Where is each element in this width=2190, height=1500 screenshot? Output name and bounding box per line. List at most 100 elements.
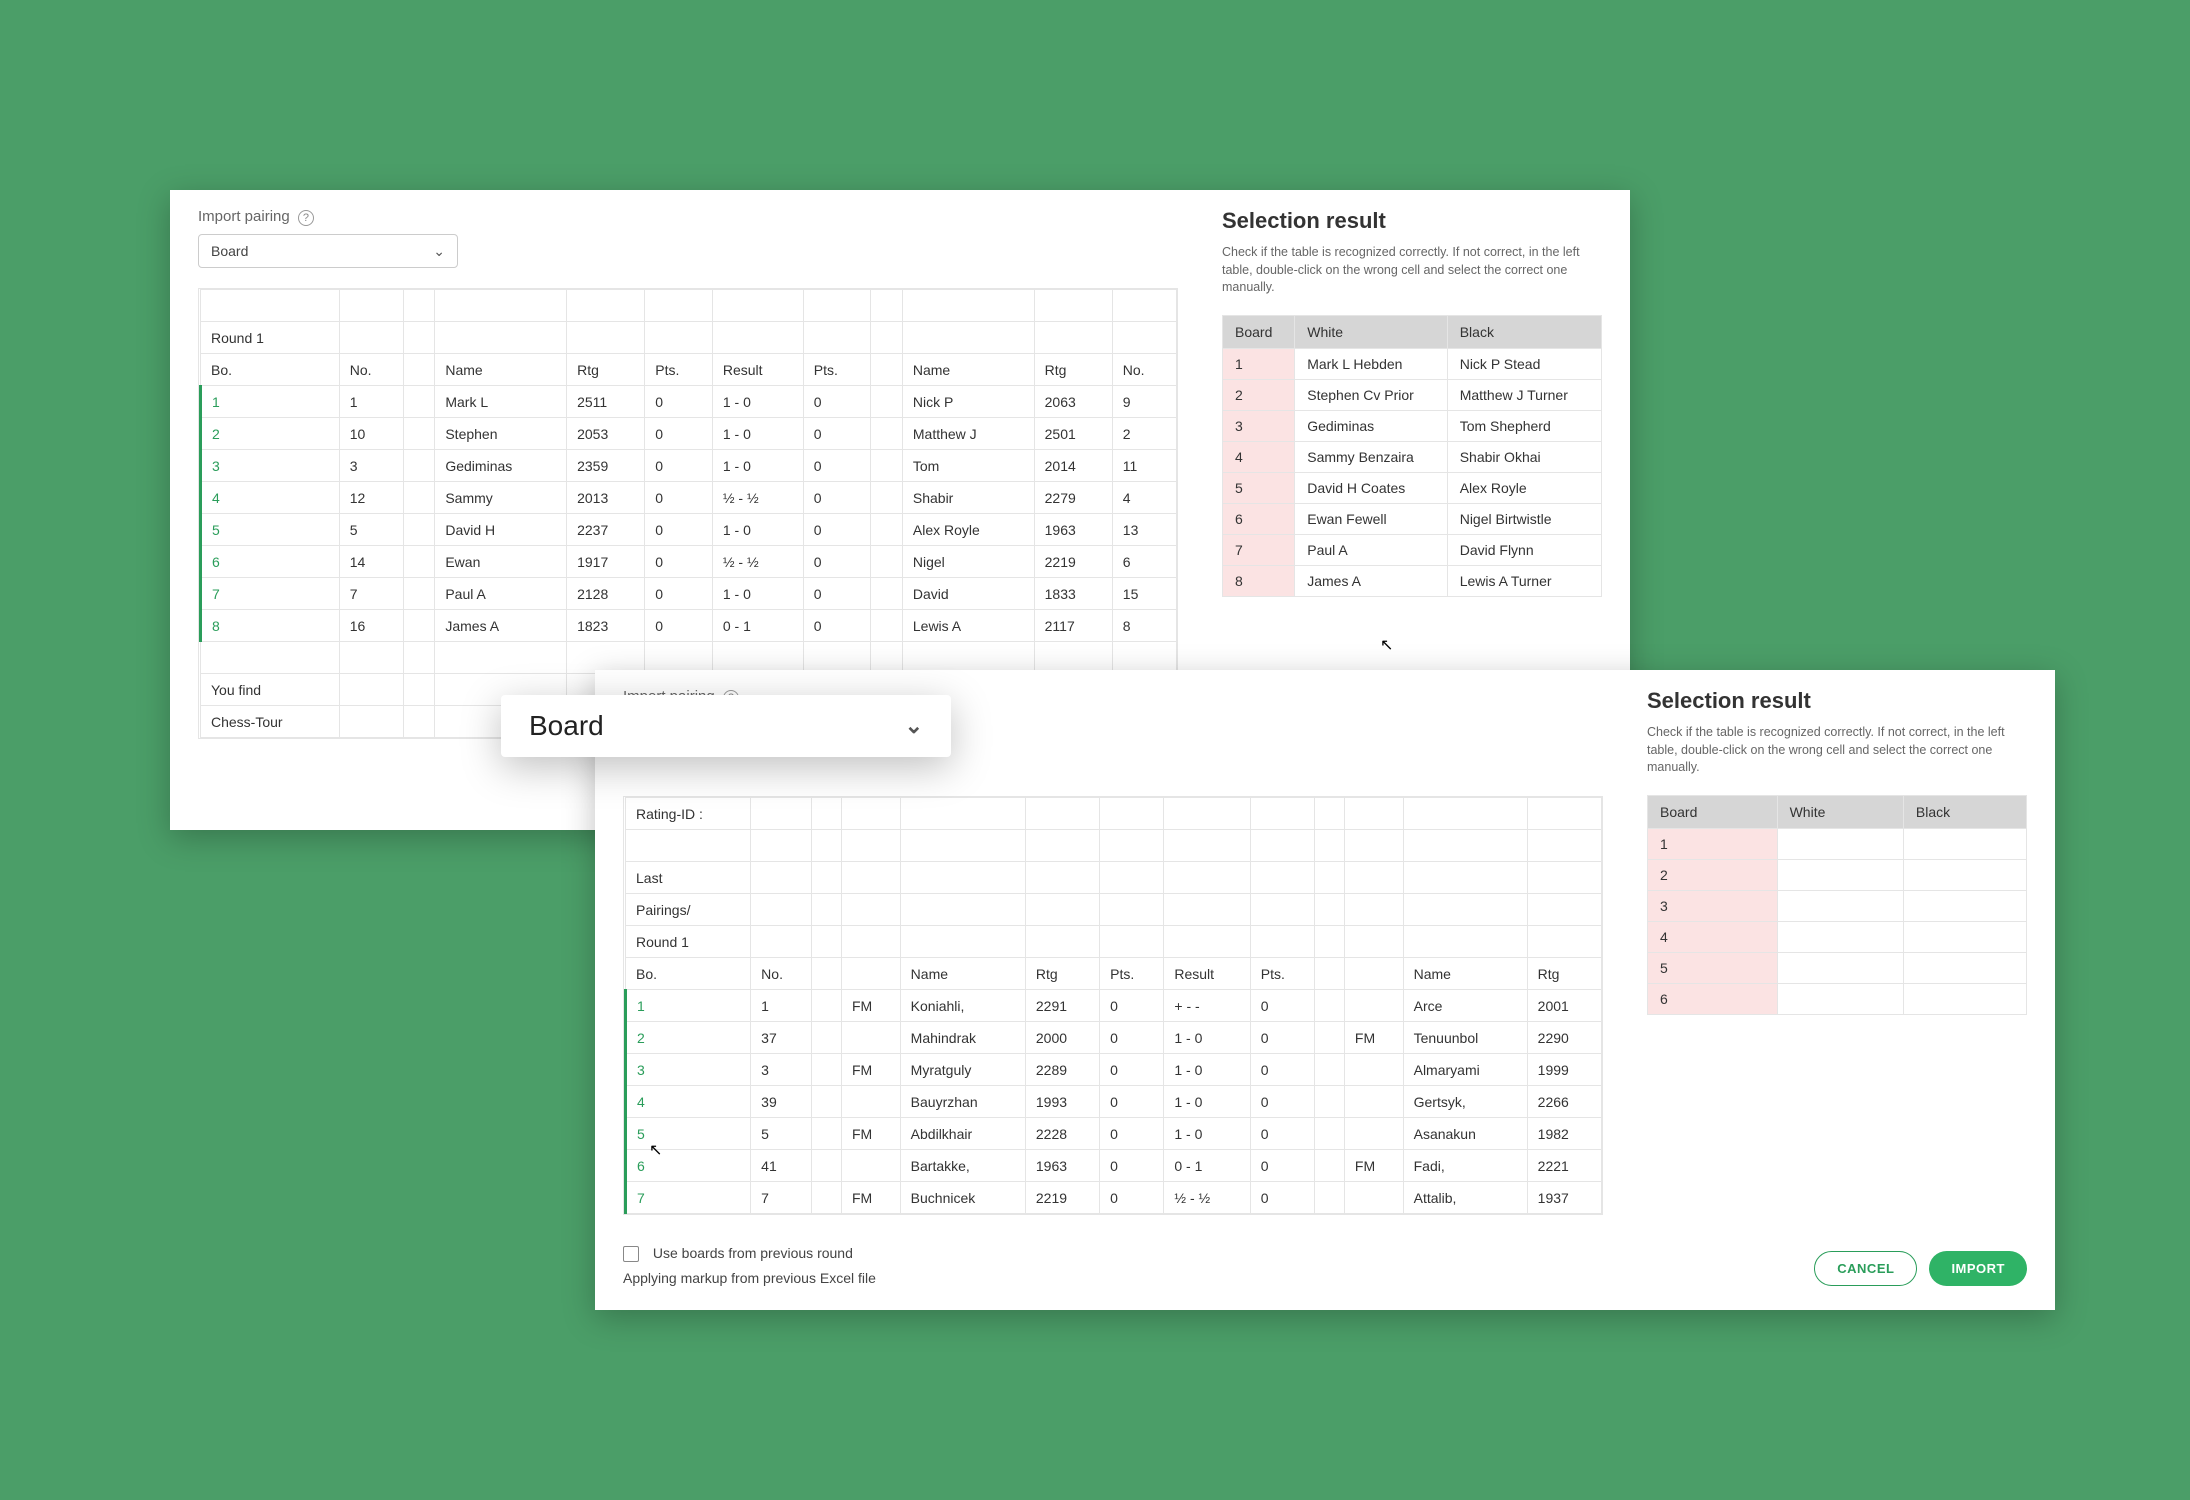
grid-cell[interactable]: 1 - 0 <box>712 418 803 450</box>
grid-cell[interactable] <box>645 290 713 322</box>
grid-header-cell[interactable]: Rtg <box>1025 958 1099 990</box>
grid-cell[interactable]: Bartakke, <box>900 1150 1025 1182</box>
grid-cell[interactable]: Matthew J <box>902 418 1034 450</box>
grid-cell[interactable]: 2000 <box>1025 1022 1099 1054</box>
grid-cell[interactable]: Sammy <box>435 482 567 514</box>
grid-cell[interactable]: You find <box>201 674 340 706</box>
grid-cell[interactable]: 0 - 1 <box>1164 1150 1250 1182</box>
grid-header-cell[interactable]: No. <box>339 354 403 386</box>
grid-cell[interactable] <box>841 1150 900 1182</box>
grid-cell[interactable] <box>1250 926 1314 958</box>
grid-cell[interactable]: 1 - 0 <box>712 450 803 482</box>
grid-cell[interactable]: 4 <box>1112 482 1176 514</box>
grid-cell[interactable]: 3 <box>339 450 403 482</box>
grid-cell[interactable]: 2063 <box>1034 386 1112 418</box>
grid-cell[interactable]: 1982 <box>1527 1118 1601 1150</box>
grid-cell[interactable]: 2291 <box>1025 990 1099 1022</box>
column-type-select[interactable]: Board ⌄ <box>198 234 458 268</box>
grid-cell[interactable]: Ewan <box>435 546 567 578</box>
grid-cell[interactable]: 0 <box>1100 1022 1164 1054</box>
grid-cell[interactable]: Paul A <box>435 578 567 610</box>
grid-cell[interactable]: 2228 <box>1025 1118 1099 1150</box>
grid-cell[interactable] <box>871 610 902 642</box>
grid-cell[interactable] <box>1025 830 1099 862</box>
grid-cell[interactable] <box>403 290 434 322</box>
grid-cell[interactable] <box>1403 862 1527 894</box>
grid-cell[interactable]: 9 <box>1112 386 1176 418</box>
grid-cell[interactable] <box>1164 862 1250 894</box>
grid-cell[interactable] <box>1112 290 1176 322</box>
grid-cell[interactable] <box>1250 894 1314 926</box>
grid-cell[interactable]: 0 <box>1100 1054 1164 1086</box>
grid-header-cell[interactable]: Pts. <box>645 354 713 386</box>
grid-cell[interactable] <box>1344 1086 1403 1118</box>
grid-header-cell[interactable]: Pts. <box>803 354 871 386</box>
grid-header-cell[interactable] <box>1344 958 1403 990</box>
grid-cell[interactable] <box>803 290 871 322</box>
grid-cell[interactable] <box>812 1022 842 1054</box>
grid-cell[interactable] <box>871 290 902 322</box>
grid-header-cell[interactable]: No. <box>751 958 812 990</box>
grid-cell[interactable]: 1823 <box>567 610 645 642</box>
grid-cell[interactable]: 7 <box>626 1182 751 1214</box>
grid-cell[interactable]: 1963 <box>1034 514 1112 546</box>
grid-cell[interactable]: Alex Royle <box>902 514 1034 546</box>
grid-cell[interactable]: FM <box>1344 1022 1403 1054</box>
grid-cell[interactable]: 1 - 0 <box>712 386 803 418</box>
grid-cell[interactable]: David <box>902 578 1034 610</box>
grid-cell[interactable]: 5 <box>201 514 340 546</box>
grid-cell[interactable] <box>871 450 902 482</box>
grid-cell[interactable]: 2219 <box>1025 1182 1099 1214</box>
grid-header-cell[interactable]: Bo. <box>201 354 340 386</box>
grid-cell[interactable] <box>1344 894 1403 926</box>
grid-cell[interactable]: 2219 <box>1034 546 1112 578</box>
grid-cell[interactable]: 12 <box>339 482 403 514</box>
grid-cell[interactable] <box>1025 862 1099 894</box>
grid-cell[interactable]: Koniahli, <box>900 990 1025 1022</box>
grid-cell[interactable] <box>1527 862 1601 894</box>
grid-cell[interactable]: 0 <box>1250 1022 1314 1054</box>
grid-cell[interactable]: 0 <box>803 578 871 610</box>
grid-cell[interactable]: 2053 <box>567 418 645 450</box>
use-boards-checkbox-row[interactable]: Use boards from previous round <box>623 1245 876 1262</box>
grid-cell[interactable] <box>403 706 434 738</box>
grid-cell[interactable] <box>1034 322 1112 354</box>
grid-cell[interactable] <box>871 642 902 674</box>
grid-cell[interactable]: ½ - ½ <box>1164 1182 1250 1214</box>
grid-cell[interactable] <box>812 1054 842 1086</box>
grid-cell[interactable] <box>1100 830 1164 862</box>
grid-cell[interactable]: 0 <box>803 546 871 578</box>
grid-cell[interactable] <box>1034 290 1112 322</box>
grid-header-cell[interactable]: No. <box>1112 354 1176 386</box>
grid-cell[interactable] <box>841 830 900 862</box>
column-type-select-popup[interactable]: Board ⌄ <box>501 695 951 757</box>
grid-cell[interactable] <box>626 830 751 862</box>
grid-cell[interactable] <box>403 578 434 610</box>
grid-cell[interactable]: 2237 <box>567 514 645 546</box>
grid-cell[interactable] <box>803 322 871 354</box>
grid-cell[interactable]: Lewis A <box>902 610 1034 642</box>
grid-cell[interactable]: Chess-Tour <box>201 706 340 738</box>
grid-cell[interactable]: 0 <box>1100 1182 1164 1214</box>
grid-cell[interactable] <box>1315 926 1345 958</box>
grid-cell[interactable] <box>751 798 812 830</box>
grid-cell[interactable]: 2289 <box>1025 1054 1099 1086</box>
grid-cell[interactable]: 1999 <box>1527 1054 1601 1086</box>
grid-cell[interactable] <box>1100 798 1164 830</box>
grid-cell[interactable]: Mahindrak <box>900 1022 1025 1054</box>
grid-cell[interactable] <box>1527 894 1601 926</box>
grid-cell[interactable] <box>1315 798 1345 830</box>
grid-cell[interactable]: 0 <box>803 610 871 642</box>
grid-cell[interactable]: 37 <box>751 1022 812 1054</box>
grid-cell[interactable]: FM <box>841 990 900 1022</box>
grid-cell[interactable] <box>841 1086 900 1118</box>
grid-cell[interactable]: 13 <box>1112 514 1176 546</box>
grid-cell[interactable]: ½ - ½ <box>712 546 803 578</box>
grid-cell[interactable] <box>403 610 434 642</box>
grid-cell[interactable]: 1937 <box>1527 1182 1601 1214</box>
grid-cell[interactable]: 2001 <box>1527 990 1601 1022</box>
grid-cell[interactable]: 1917 <box>567 546 645 578</box>
grid-cell[interactable] <box>1025 798 1099 830</box>
grid-cell[interactable] <box>812 1086 842 1118</box>
grid-cell[interactable] <box>1527 830 1601 862</box>
